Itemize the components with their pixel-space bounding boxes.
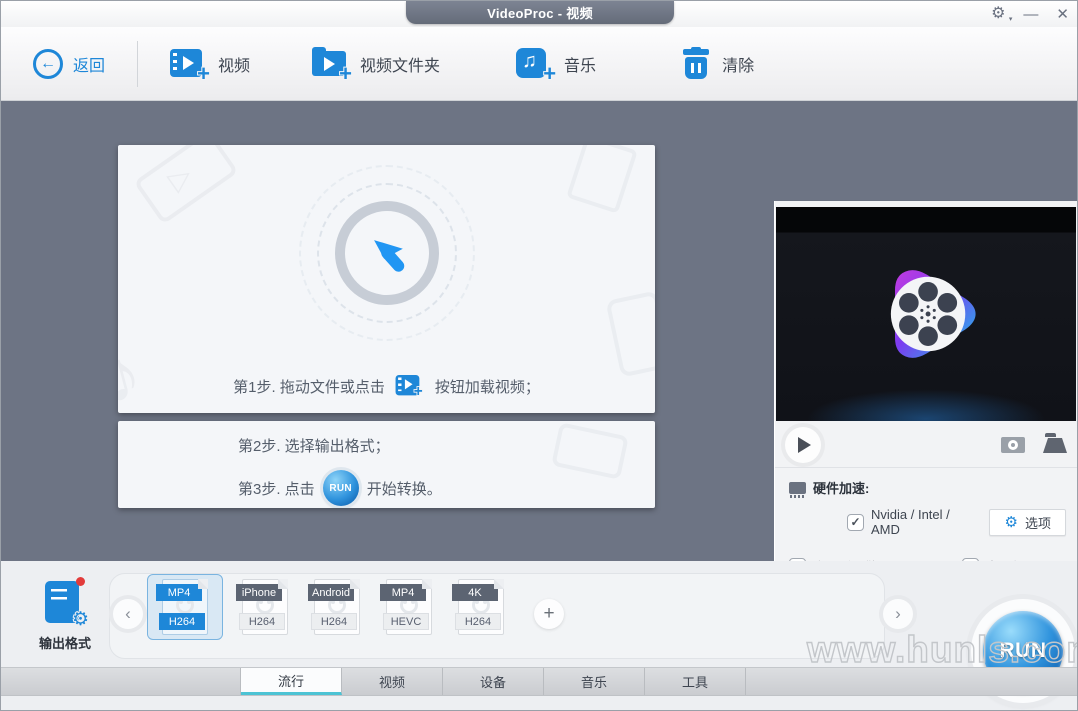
clear-button[interactable]: 清除 <box>662 46 772 81</box>
output-format-icon: ⚙ <box>43 577 90 631</box>
snapshot-camera-icon[interactable] <box>1001 437 1025 453</box>
step3-instruction: 第3步. 点击 RUN 开始转换。 <box>238 470 655 506</box>
app-window: VideoProc - 视频 ⚙ ▾ — ✕ ← 返回 + 视频 + 视频文件夹… <box>0 0 1078 711</box>
tabstrip-filler-right <box>746 668 1077 695</box>
clear-label: 清除 <box>722 57 755 75</box>
music-add-icon: ♫ + <box>516 47 557 85</box>
add-video-folder-button[interactable]: + 视频文件夹 <box>294 46 458 85</box>
decor-player-icon <box>605 290 655 378</box>
hardware-accel-label: 硬件加速: <box>813 481 870 496</box>
output-format-button[interactable]: ⚙ 输出格式 <box>25 577 105 652</box>
tab-device[interactable]: 设备 <box>443 668 544 695</box>
tabstrip-filler <box>1 668 241 695</box>
settings-gear-icon[interactable]: ⚙ ▾ <box>991 5 1012 24</box>
music-label: 音乐 <box>564 57 597 75</box>
video-label: 视频 <box>218 57 251 75</box>
play-button[interactable] <box>785 427 821 463</box>
preset-android-h264[interactable]: Android H264 <box>301 579 373 635</box>
decor-filmstrip-icon <box>133 145 239 225</box>
video-add-icon: + <box>170 47 211 85</box>
run-icon-inline: RUN <box>322 470 359 506</box>
video-preview <box>776 207 1076 421</box>
bottom-bar: ⚙ 输出格式 ‹ MP4 H264 iPhone H264 Android H2… <box>1 561 1077 710</box>
add-preset-button[interactable]: + <box>534 599 564 629</box>
tab-popular[interactable]: 流行 <box>241 668 342 695</box>
drop-ring <box>334 201 439 305</box>
drop-zone[interactable]: ♪ 第1步. 拖动文件或点击 <box>118 145 655 413</box>
preset-mp4-hevc[interactable]: MP4 HEVC <box>373 579 445 635</box>
scroll-right-button[interactable]: › <box>883 599 913 629</box>
gear-glyph: ⚙ <box>991 5 1006 22</box>
category-tabs: 流行 视频 设备 音乐 工具 <box>1 667 1077 696</box>
options-button[interactable]: ⚙ 选项 <box>989 508 1066 536</box>
drop-target-circle[interactable] <box>298 165 475 341</box>
steps-card: 第2步. 选择输出格式； 第3步. 点击 RUN 开始转换。 <box>118 421 655 508</box>
tab-music[interactable]: 音乐 <box>544 668 645 695</box>
minimize-button[interactable]: — <box>1023 7 1038 22</box>
preview-controls <box>775 423 1077 467</box>
videoproc-logo <box>890 270 976 358</box>
trash-icon <box>680 46 712 81</box>
add-music-button[interactable]: ♫ + 音乐 <box>498 47 614 85</box>
tab-tools[interactable]: 工具 <box>645 668 746 695</box>
notification-dot <box>76 577 85 586</box>
step1-instruction: 第1步. 拖动文件或点击 + 按钮加载视频； <box>118 371 655 401</box>
chip-icon <box>789 481 806 498</box>
hw-option-label: Nvidia / Intel / AMD <box>871 507 950 537</box>
caret-down-icon: ▾ <box>1008 16 1013 23</box>
video-add-icon-inline: + <box>395 373 424 400</box>
back-button[interactable]: ← 返回 <box>15 48 123 79</box>
decor-file-icon <box>566 145 638 214</box>
video-folder-label: 视频文件夹 <box>360 57 441 75</box>
add-video-button[interactable]: + 视频 <box>152 47 268 85</box>
hw-checkbox[interactable]: ✓ <box>847 513 864 531</box>
tab-video[interactable]: 视频 <box>342 668 443 695</box>
titlebar: VideoProc - 视频 ⚙ ▾ — ✕ <box>1 1 1077 27</box>
preset-iphone-h264[interactable]: iPhone H264 <box>229 579 301 635</box>
close-button[interactable]: ✕ <box>1056 7 1069 22</box>
window-title: VideoProc - 视频 <box>406 1 674 24</box>
scroll-left-button[interactable]: ‹ <box>113 599 143 629</box>
back-arrow-icon: ← <box>33 48 63 79</box>
video-folder-add-icon: + <box>312 46 353 85</box>
click-arrow-icon <box>373 240 404 272</box>
toolbar-divider <box>137 40 139 87</box>
toolbar: ← 返回 + 视频 + 视频文件夹 ♫ + 音乐 清除 <box>1 27 1077 101</box>
options-gear-icon: ⚙ <box>1004 514 1018 531</box>
preset-4k-h264[interactable]: 4K H264 <box>445 579 517 635</box>
preset-mp4-h264[interactable]: MP4 H264 <box>147 574 223 640</box>
back-label: 返回 <box>73 57 106 75</box>
main-area: ♪ 第1步. 拖动文件或点击 <box>1 101 1077 681</box>
open-folder-icon[interactable] <box>1043 432 1067 453</box>
output-format-label: 输出格式 <box>38 636 91 651</box>
